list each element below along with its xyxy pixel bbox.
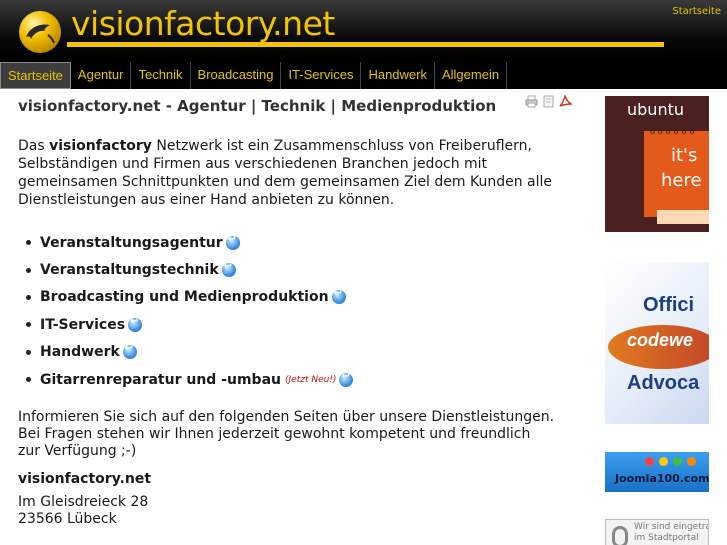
nav-item-it-services[interactable]: IT-Services: [281, 62, 362, 89]
nav-item-allgemein[interactable]: Allgemein: [435, 62, 508, 89]
article-tools: [525, 95, 572, 108]
bullet-icon: [26, 294, 31, 300]
print-icon[interactable]: [525, 95, 538, 108]
info-line: zur Verfügung ;-): [18, 443, 137, 459]
stadtportal-text: Wir sind eingetra im Stadtportal: [634, 522, 709, 543]
pdf-icon[interactable]: [559, 95, 572, 108]
link-arrow-icon[interactable]: [221, 261, 236, 278]
link-arrow-icon[interactable]: [331, 288, 346, 305]
list-item[interactable]: IT-Services: [26, 311, 353, 338]
main-nav: Startseite Agentur Technik Broadcasting …: [0, 62, 727, 89]
joomla-text: Joomla100.com: [615, 472, 709, 485]
office-line1: Offici: [643, 294, 695, 316]
site-header: visionfactory.net Startseite: [0, 0, 727, 62]
company-name: visionfactory.net: [18, 471, 152, 487]
page-title: visionfactory.net - Agentur | Technik | …: [18, 97, 497, 115]
bullet-icon: [26, 377, 31, 383]
intro-paragraph: Das visionfactory Netzwerk ist ein Zusam…: [18, 137, 558, 209]
info-paragraph: Informieren Sie sich auf den folgenden S…: [18, 409, 554, 460]
office-line3: Advoca: [627, 372, 700, 394]
address-city: 23566 Lübeck: [18, 511, 117, 527]
service-label[interactable]: IT-Services: [40, 317, 125, 333]
ubuntu-line1: it's: [671, 145, 698, 166]
nav-item-broadcasting[interactable]: Broadcasting: [191, 62, 282, 89]
nav-item-agentur[interactable]: Agentur: [71, 62, 132, 89]
intro-pre: Das: [18, 138, 50, 154]
service-label[interactable]: Veranstaltungstechnik: [40, 262, 219, 278]
list-item[interactable]: Broadcasting und Medienproduktion: [26, 284, 353, 311]
service-label[interactable]: Handwerk: [40, 344, 120, 360]
joomla100-banner[interactable]: Joomla100.com: [605, 452, 709, 492]
email-icon[interactable]: [542, 95, 555, 108]
link-arrow-icon[interactable]: [122, 343, 137, 360]
ubuntu-line2: here: [661, 170, 702, 191]
bullet-icon: [26, 349, 31, 355]
nav-item-technik[interactable]: Technik: [131, 62, 191, 89]
list-item[interactable]: Veranstaltungsagentur: [26, 229, 353, 256]
dolphin-logo-icon[interactable]: [19, 11, 61, 53]
link-arrow-icon[interactable]: [128, 316, 143, 332]
brand-name: visionfactory: [49, 138, 152, 154]
nav-item-startseite[interactable]: Startseite: [0, 62, 71, 89]
office-line2: codewe: [627, 330, 694, 350]
service-list: Veranstaltungsagentur Veranstaltungstech…: [26, 229, 354, 393]
list-item[interactable]: Gitarrenreparatur und -umbau (Jetzt Neu!): [26, 366, 354, 393]
site-title[interactable]: visionfactory.net: [71, 4, 335, 43]
nav-item-handwerk[interactable]: Handwerk: [361, 62, 435, 89]
paperclip-icon: [612, 526, 628, 545]
office-advocacy-banner[interactable]: Offici codewe Advoca: [605, 262, 709, 424]
info-line: Bei Fragen stehen wir Ihnen jederzeit ge…: [18, 426, 531, 442]
bullet-icon: [26, 322, 31, 328]
list-item[interactable]: Veranstaltungstechnik: [26, 256, 353, 283]
content-area: visionfactory.net - Agentur | Technik | …: [18, 97, 558, 115]
info-line: Informieren Sie sich auf den folgenden S…: [18, 409, 555, 425]
link-arrow-icon[interactable]: [225, 234, 240, 250]
heron-badge-icon: [657, 210, 709, 224]
bullet-icon: [26, 267, 31, 273]
logo-underline: [67, 42, 664, 47]
home-link[interactable]: Startseite: [672, 6, 721, 17]
service-label[interactable]: Veranstaltungsagentur: [40, 235, 223, 251]
stadtportal-badge[interactable]: Wir sind eingetra im Stadtportal: [605, 519, 709, 545]
link-arrow-icon[interactable]: [339, 371, 354, 387]
new-badge: (Jetzt Neu!): [285, 374, 337, 385]
bullet-icon: [26, 240, 31, 246]
ubuntu-banner[interactable]: ubuntu oooooo it's here: [605, 96, 709, 232]
list-item[interactable]: Handwerk: [26, 339, 353, 366]
ubuntu-brand: ubuntu: [627, 100, 684, 119]
address-street: Im Gleisdreieck 28: [18, 494, 149, 510]
service-label[interactable]: Broadcasting und Medienproduktion: [40, 289, 329, 305]
service-label[interactable]: Gitarrenreparatur und -umbau: [40, 372, 281, 388]
